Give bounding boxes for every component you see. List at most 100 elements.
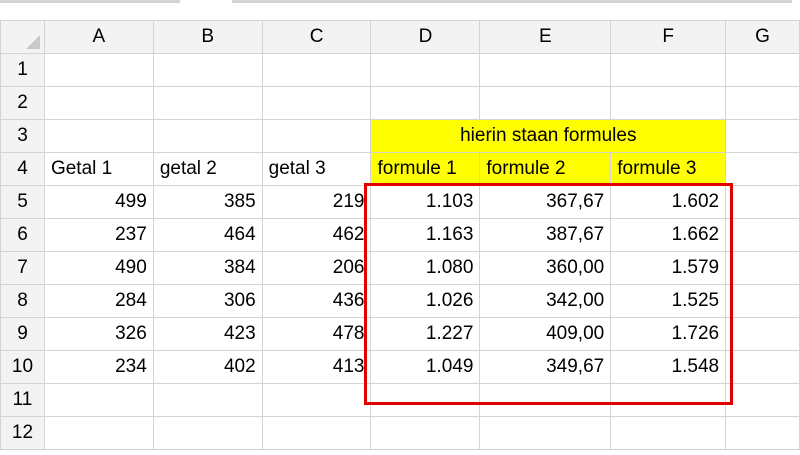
data-cell[interactable]: 385: [152, 185, 263, 219]
formula-cell[interactable]: 1.726: [610, 317, 727, 351]
row-header-7[interactable]: 7: [0, 251, 45, 285]
row-header-12[interactable]: 12: [0, 416, 45, 450]
spreadsheet-grid[interactable]: A B C D E F G 1 2 3 hierin staan formule…: [0, 20, 800, 450]
cell[interactable]: [43, 53, 154, 87]
data-cell[interactable]: 499: [43, 185, 154, 219]
column-header-E[interactable]: E: [479, 20, 612, 54]
header-cell-C4[interactable]: getal 3: [261, 152, 372, 186]
row-header-10[interactable]: 10: [0, 350, 45, 384]
header-cell-F4[interactable]: formule 3: [610, 152, 727, 186]
formula-cell[interactable]: 349,67: [479, 350, 612, 384]
cell[interactable]: [152, 119, 263, 153]
cell[interactable]: [725, 218, 800, 252]
cell[interactable]: [261, 53, 372, 87]
cell[interactable]: [261, 86, 372, 120]
formula-cell[interactable]: 1.662: [610, 218, 727, 252]
cell[interactable]: [725, 350, 800, 384]
cell[interactable]: [479, 383, 612, 417]
formula-cell[interactable]: 1.163: [370, 218, 481, 252]
cell[interactable]: [725, 119, 800, 153]
cell-table[interactable]: A B C D E F G 1 2 3 hierin staan formule…: [0, 20, 800, 450]
cell[interactable]: [152, 53, 263, 87]
formula-cell[interactable]: 1.579: [610, 251, 727, 285]
cell[interactable]: [43, 383, 154, 417]
formula-cell[interactable]: 1.103: [370, 185, 481, 219]
header-cell-A4[interactable]: Getal 1: [43, 152, 154, 186]
row-header-6[interactable]: 6: [0, 218, 45, 252]
formula-cell[interactable]: 1.602: [610, 185, 727, 219]
cell[interactable]: [43, 416, 154, 450]
cell[interactable]: [725, 53, 800, 87]
data-cell[interactable]: 490: [43, 251, 154, 285]
cell[interactable]: [725, 185, 800, 219]
cell[interactable]: [725, 284, 800, 318]
cell[interactable]: [725, 416, 800, 450]
cell[interactable]: [610, 383, 727, 417]
cell[interactable]: [43, 119, 154, 153]
cell[interactable]: [725, 317, 800, 351]
cell[interactable]: [152, 383, 263, 417]
data-cell[interactable]: 402: [152, 350, 263, 384]
data-cell[interactable]: 436: [261, 284, 372, 318]
formula-cell[interactable]: 1.227: [370, 317, 481, 351]
cell[interactable]: [610, 53, 727, 87]
row-header-3[interactable]: 3: [0, 119, 45, 153]
column-header-F[interactable]: F: [610, 20, 727, 54]
data-cell[interactable]: 326: [43, 317, 154, 351]
column-header-A[interactable]: A: [43, 20, 154, 54]
cell[interactable]: [610, 86, 727, 120]
column-header-C[interactable]: C: [261, 20, 372, 54]
cell[interactable]: [479, 416, 612, 450]
merged-header-cell[interactable]: hierin staan formules: [370, 119, 727, 153]
cell[interactable]: [152, 416, 263, 450]
cell[interactable]: [261, 383, 372, 417]
header-cell-B4[interactable]: getal 2: [152, 152, 263, 186]
cell[interactable]: [725, 86, 800, 120]
column-header-G[interactable]: G: [725, 20, 800, 54]
data-cell[interactable]: 237: [43, 218, 154, 252]
cell[interactable]: [725, 251, 800, 285]
column-header-D[interactable]: D: [370, 20, 481, 54]
cell[interactable]: [725, 152, 800, 186]
formula-cell[interactable]: 367,67: [479, 185, 612, 219]
cell[interactable]: [479, 53, 612, 87]
row-header-1[interactable]: 1: [0, 53, 45, 87]
cell[interactable]: [43, 86, 154, 120]
header-cell-D4[interactable]: formule 1: [370, 152, 481, 186]
select-all-corner[interactable]: [0, 20, 45, 54]
formula-cell[interactable]: 342,00: [479, 284, 612, 318]
cell[interactable]: [370, 53, 481, 87]
formula-cell[interactable]: 1.525: [610, 284, 727, 318]
formula-cell[interactable]: 360,00: [479, 251, 612, 285]
formula-cell[interactable]: 1.548: [610, 350, 727, 384]
formula-cell[interactable]: 409,00: [479, 317, 612, 351]
data-cell[interactable]: 464: [152, 218, 263, 252]
formula-cell[interactable]: 1.080: [370, 251, 481, 285]
formula-cell[interactable]: 1.026: [370, 284, 481, 318]
cell[interactable]: [725, 383, 800, 417]
row-header-4[interactable]: 4: [0, 152, 45, 186]
data-cell[interactable]: 413: [261, 350, 372, 384]
cell[interactable]: [370, 86, 481, 120]
data-cell[interactable]: 462: [261, 218, 372, 252]
data-cell[interactable]: 206: [261, 251, 372, 285]
cell[interactable]: [370, 416, 481, 450]
row-header-2[interactable]: 2: [0, 86, 45, 120]
cell[interactable]: [152, 86, 263, 120]
cell[interactable]: [261, 416, 372, 450]
data-cell[interactable]: 423: [152, 317, 263, 351]
data-cell[interactable]: 384: [152, 251, 263, 285]
data-cell[interactable]: 306: [152, 284, 263, 318]
column-header-B[interactable]: B: [152, 20, 263, 54]
row-header-9[interactable]: 9: [0, 317, 45, 351]
row-header-11[interactable]: 11: [0, 383, 45, 417]
data-cell[interactable]: 219: [261, 185, 372, 219]
cell[interactable]: [370, 383, 481, 417]
cell[interactable]: [479, 86, 612, 120]
data-cell[interactable]: 478: [261, 317, 372, 351]
header-cell-E4[interactable]: formule 2: [479, 152, 612, 186]
formula-cell[interactable]: 1.049: [370, 350, 481, 384]
row-header-5[interactable]: 5: [0, 185, 45, 219]
row-header-8[interactable]: 8: [0, 284, 45, 318]
cell[interactable]: [261, 119, 372, 153]
